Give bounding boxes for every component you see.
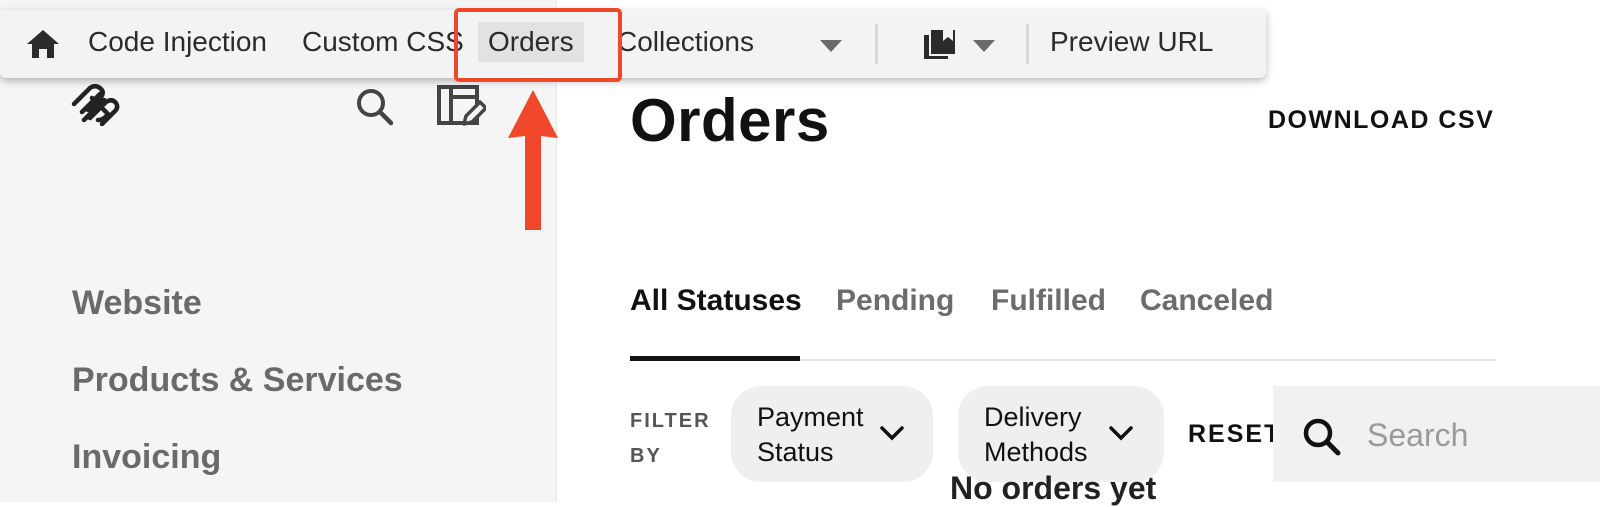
toolbar-item-preview-url[interactable]: Preview URL — [1050, 26, 1213, 58]
tab-all-statuses[interactable]: All Statuses — [630, 284, 802, 318]
page-title: Orders — [630, 87, 830, 154]
home-icon[interactable] — [26, 28, 60, 60]
toolbar-divider — [875, 24, 878, 64]
search-input[interactable] — [1365, 412, 1589, 458]
annotation-highlight-box — [454, 8, 622, 82]
toolbar-item-collections[interactable]: Collections — [617, 26, 754, 58]
download-csv-button[interactable]: DOWNLOAD CSV — [1268, 106, 1494, 135]
payment-status-filter[interactable]: Payment Status — [731, 386, 933, 482]
filter-by-label-line2: BY — [630, 445, 662, 467]
edit-layout-icon[interactable] — [436, 84, 486, 128]
toolbar-divider — [1026, 24, 1029, 64]
sidebar-item-website[interactable]: Website — [72, 284, 202, 323]
squarespace-logo[interactable] — [70, 82, 122, 126]
shortcut-toolbar: Code Injection Custom CSS Orders Collect… — [0, 10, 1266, 78]
filter-label-line2: Methods — [984, 437, 1088, 467]
toolbar-item-custom-css[interactable]: Custom CSS — [302, 26, 464, 58]
caret-down-icon[interactable] — [973, 40, 995, 52]
filter-label-line2: Status — [757, 437, 834, 467]
filter-label-line1: Delivery — [984, 402, 1082, 432]
tab-fulfilled[interactable]: Fulfilled — [991, 284, 1106, 318]
chevron-down-icon — [1109, 426, 1133, 441]
payment-status-filter-label: Payment Status — [757, 400, 864, 470]
search-icon[interactable] — [354, 86, 394, 126]
annotation-arrow-icon — [508, 90, 558, 230]
delivery-methods-filter-label: Delivery Methods — [984, 400, 1088, 470]
chevron-down-icon — [880, 426, 904, 441]
filter-by-label-line1: FILTER — [630, 410, 711, 432]
toolbar-item-code-injection[interactable]: Code Injection — [88, 26, 267, 58]
delivery-methods-filter[interactable]: Delivery Methods — [958, 386, 1164, 482]
search-icon — [1303, 418, 1341, 456]
filter-by-label: FILTER BY — [630, 404, 720, 474]
bookmark-icon[interactable] — [922, 27, 958, 61]
caret-down-icon[interactable] — [820, 40, 842, 52]
tab-canceled[interactable]: Canceled — [1140, 284, 1273, 318]
sidebar-item-invoicing[interactable]: Invoicing — [72, 438, 221, 477]
empty-state-message: No orders yet — [950, 470, 1157, 506]
filter-label-line1: Payment — [757, 402, 864, 432]
sidebar-item-products-services[interactable]: Products & Services — [72, 361, 403, 400]
orders-search — [1273, 386, 1600, 482]
reset-filters-button[interactable]: RESET — [1188, 420, 1281, 449]
active-tab-indicator — [630, 356, 800, 361]
tab-pending[interactable]: Pending — [836, 284, 954, 318]
